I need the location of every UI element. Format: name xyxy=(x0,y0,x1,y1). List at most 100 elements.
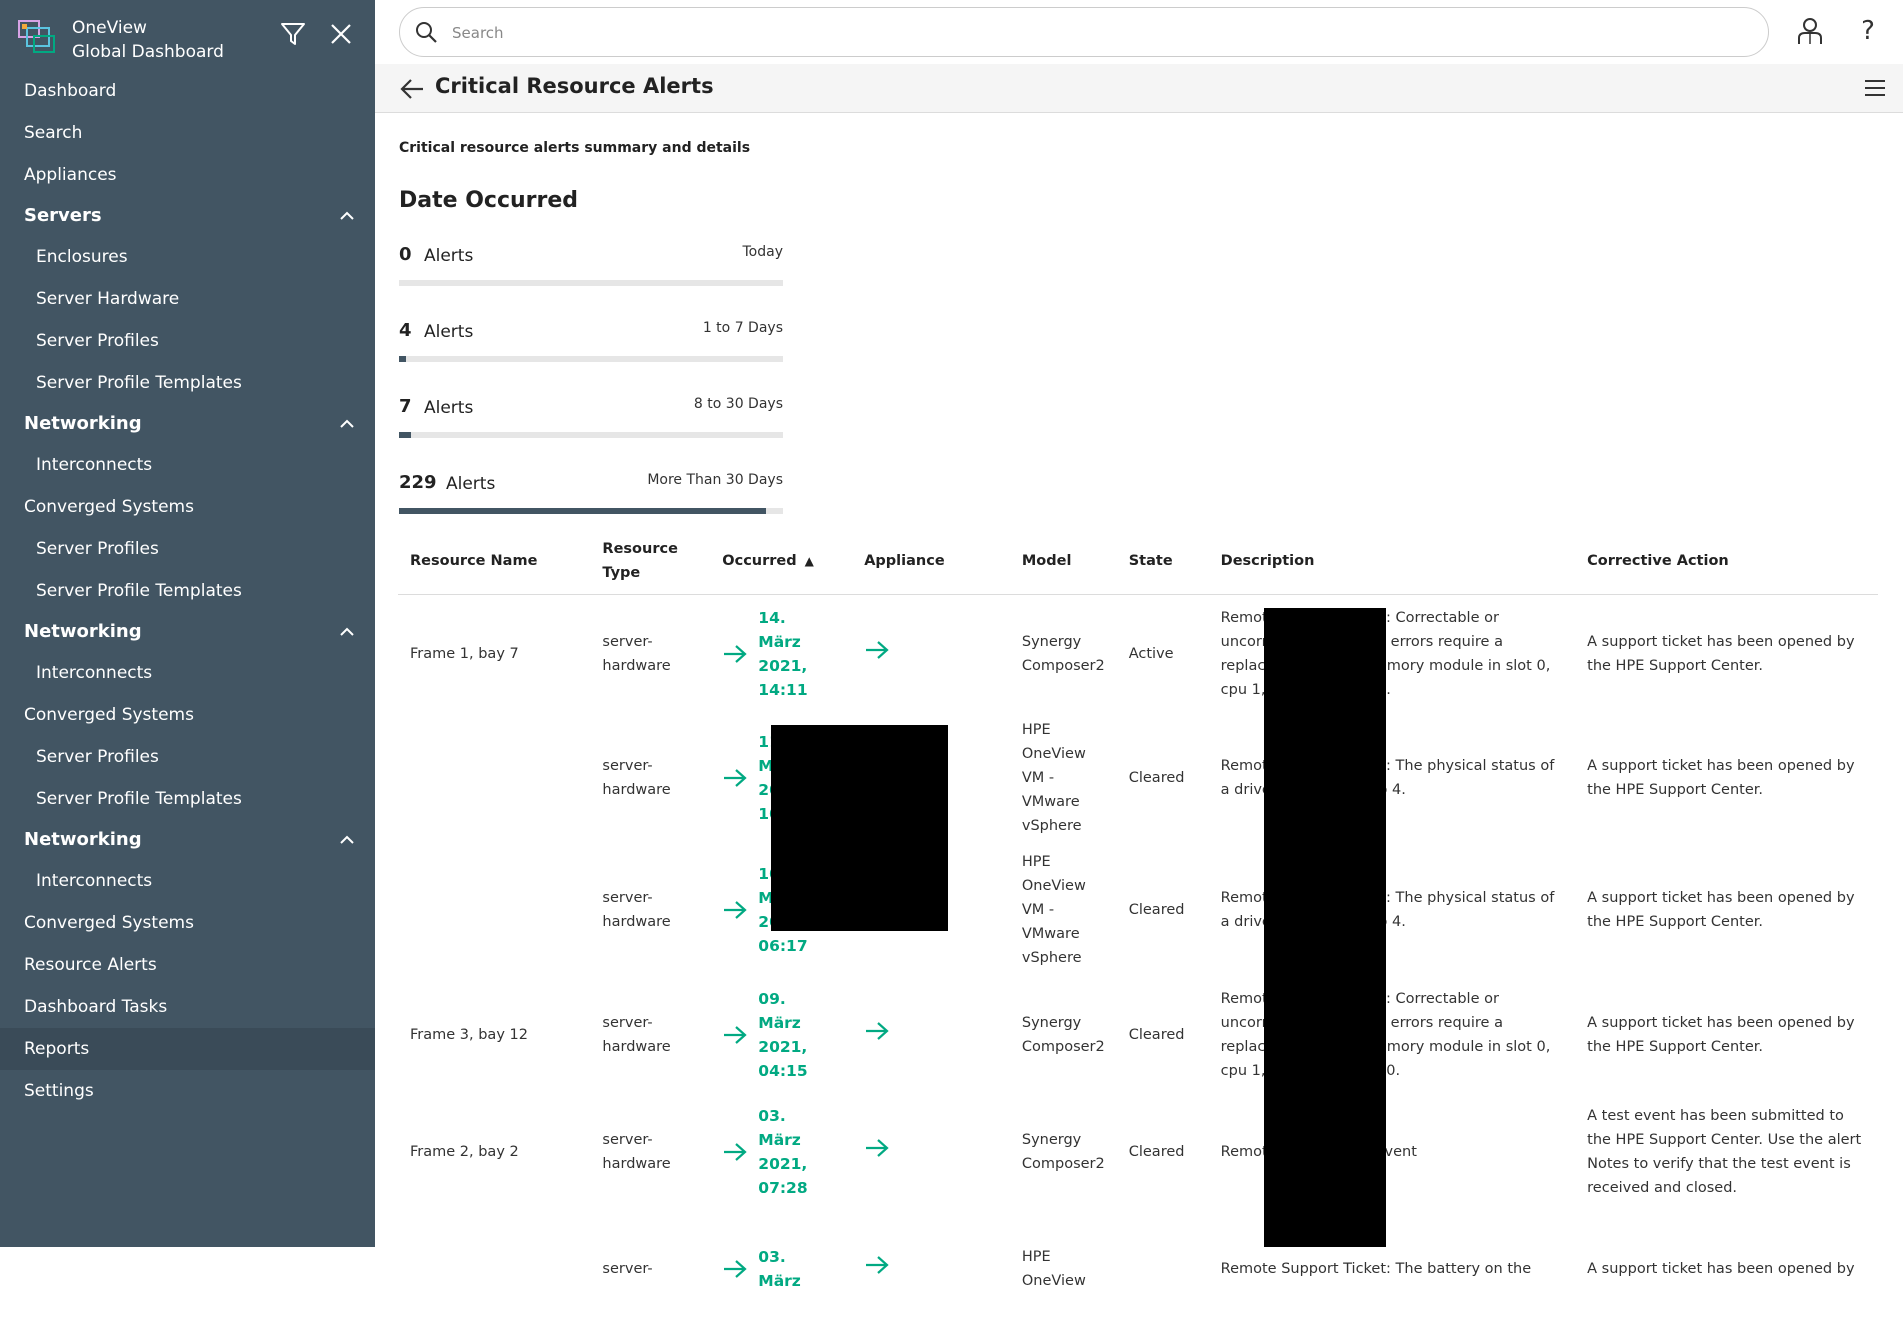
sidebar-item-interconnects[interactable]: Interconnects xyxy=(0,444,375,486)
chevron-up-icon[interactable] xyxy=(339,624,355,640)
occurred-date-link[interactable]: 14. März 2021, 14:11 xyxy=(758,606,828,702)
sidebar-group-networking[interactable]: Networking xyxy=(0,404,375,444)
open-alert-arrow-icon[interactable] xyxy=(722,1258,748,1280)
sidebar-item-converged-systems[interactable]: Converged Systems xyxy=(0,486,375,528)
close-icon[interactable] xyxy=(325,18,357,50)
occurred-date-link[interactable]: 03. März xyxy=(758,1245,828,1293)
sidebar-item-enclosures[interactable]: Enclosures xyxy=(0,236,375,278)
sidebar-item-label: Networking xyxy=(24,413,142,434)
page-title: Critical Resource Alerts xyxy=(435,74,714,98)
col-corrective-action[interactable]: Corrective Action xyxy=(1575,528,1878,595)
alert-stat[interactable]: 229 Alerts More Than 30 Days xyxy=(399,472,783,532)
sidebar-item-search[interactable]: Search xyxy=(0,112,375,154)
cell-appliance xyxy=(852,976,1010,1093)
cell-model: Synergy Composer2 xyxy=(1021,1131,1105,1172)
sidebar-item-server-profile-templates[interactable]: Server Profile Templates xyxy=(0,778,375,820)
alert-count: 229 xyxy=(399,472,437,493)
sidebar-item-label: Converged Systems xyxy=(24,497,194,517)
sidebar-item-interconnects[interactable]: Interconnects xyxy=(0,860,375,902)
sidebar-item-server-profile-templates[interactable]: Server Profile Templates xyxy=(0,362,375,404)
chevron-up-icon[interactable] xyxy=(339,832,355,848)
search-input[interactable] xyxy=(450,18,1734,48)
open-appliance-arrow-icon[interactable] xyxy=(864,639,890,661)
col-occurred-label: Occurred xyxy=(722,553,797,569)
sidebar-item-label: Networking xyxy=(24,621,142,642)
page-subtitle: Critical resource alerts summary and det… xyxy=(399,140,751,156)
sidebar-item-label: Converged Systems xyxy=(24,705,194,725)
sidebar-item-label: Interconnects xyxy=(36,663,153,683)
sidebar-item-label: Dashboard xyxy=(24,81,117,101)
sidebar-item-dashboard[interactable]: Dashboard xyxy=(0,70,375,112)
cell-resource-type: server-hardware xyxy=(602,890,671,930)
sidebar-item-server-profiles[interactable]: Server Profiles xyxy=(0,736,375,778)
table-row[interactable]: server-hardware11. März 2021, 10:22HPE O… xyxy=(398,712,1878,844)
app-title: OneView Global Dashboard xyxy=(72,16,224,64)
col-resource-type[interactable]: Resource Type xyxy=(590,528,711,595)
sidebar-item-server-profile-templates[interactable]: Server Profile Templates xyxy=(0,570,375,612)
alert-progress-fill xyxy=(399,508,766,514)
occurred-date-link[interactable]: 03. März 2021, 07:28 xyxy=(758,1104,828,1200)
sidebar-item-server-hardware[interactable]: Server Hardware xyxy=(0,278,375,320)
cell-occurred: 09. März 2021, 04:15 xyxy=(710,976,852,1093)
table-row[interactable]: server- 03. März HPE OneView Remote Support… xyxy=(398,1210,1878,1327)
back-arrow-icon[interactable] xyxy=(399,76,425,102)
open-appliance-arrow-icon[interactable] xyxy=(864,1254,890,1276)
sidebar-item-label: Server Profiles xyxy=(36,747,159,767)
filter-icon[interactable] xyxy=(277,18,309,50)
sidebar-item-label: Settings xyxy=(24,1081,94,1101)
table-row[interactable]: Frame 1, bay 7 server-hardware 14. März 20… xyxy=(398,595,1878,713)
open-alert-arrow-icon[interactable] xyxy=(722,1024,748,1046)
sidebar-item-label: Interconnects xyxy=(36,871,153,891)
sidebar-item-dashboard-tasks[interactable]: Dashboard Tasks xyxy=(0,986,375,1028)
cell-resource-name xyxy=(398,1210,590,1327)
cell-appliance xyxy=(852,595,1010,713)
sidebar-group-networking[interactable]: Networking xyxy=(0,820,375,860)
table-row[interactable]: server-hardware10. März 2021, 06:17HPE O… xyxy=(398,844,1878,976)
alert-stat[interactable]: 7 Alerts 8 to 30 Days xyxy=(399,396,783,456)
col-resource-name[interactable]: Resource Name xyxy=(398,528,591,595)
menu-icon[interactable] xyxy=(1862,76,1888,100)
alert-stat[interactable]: 0 Alerts Today xyxy=(399,244,783,304)
col-description[interactable]: Description xyxy=(1208,528,1576,595)
sidebar-item-server-profiles[interactable]: Server Profiles xyxy=(0,528,375,570)
open-appliance-arrow-icon[interactable] xyxy=(864,1137,890,1159)
chevron-up-icon[interactable] xyxy=(339,416,355,432)
open-alert-arrow-icon[interactable] xyxy=(722,899,748,921)
sidebar-group-networking[interactable]: Networking xyxy=(0,612,375,652)
col-state[interactable]: State xyxy=(1116,528,1209,595)
sidebar-item-interconnects[interactable]: Interconnects xyxy=(0,652,375,694)
alert-range: Today xyxy=(742,244,784,260)
sidebar-item-appliances[interactable]: Appliances xyxy=(0,154,375,196)
col-occurred[interactable]: Occurred ▲ xyxy=(710,528,853,595)
table-row[interactable]: Frame 3, bay 12 server-hardware 09. März 2… xyxy=(398,976,1878,1093)
col-appliance[interactable]: Appliance xyxy=(852,528,1010,595)
main-content: ? Critical Resource Alerts Critical reso… xyxy=(375,0,1903,1290)
cell-resource-type: server-hardware xyxy=(602,1014,671,1055)
sidebar-group-servers[interactable]: Servers xyxy=(0,196,375,236)
table-row[interactable]: Frame 2, bay 2 server-hardware 03. März 20… xyxy=(398,1093,1878,1210)
cell-resource-name xyxy=(398,844,590,976)
sidebar-item-settings[interactable]: Settings xyxy=(0,1070,375,1112)
sidebar-item-converged-systems[interactable]: Converged Systems xyxy=(0,694,375,736)
search-bar[interactable] xyxy=(399,7,1769,57)
alert-count: 0 xyxy=(399,244,412,265)
sidebar-item-converged-systems[interactable]: Converged Systems xyxy=(0,902,375,944)
alert-stat[interactable]: 4 Alerts 1 to 7 Days xyxy=(399,320,783,380)
help-icon[interactable]: ? xyxy=(1853,14,1883,48)
sidebar-item-label: Server Profile Templates xyxy=(36,581,242,601)
sidebar-item-resource-alerts[interactable]: Resource Alerts xyxy=(0,944,375,986)
open-alert-arrow-icon[interactable] xyxy=(722,1141,748,1163)
sidebar-item-server-profiles[interactable]: Server Profiles xyxy=(0,320,375,362)
open-alert-arrow-icon[interactable] xyxy=(722,643,748,665)
alert-progress-fill xyxy=(399,432,411,438)
occurred-date-link[interactable]: 09. März 2021, 04:15 xyxy=(758,987,828,1083)
col-model[interactable]: Model xyxy=(1009,528,1117,595)
user-icon[interactable] xyxy=(1795,16,1825,46)
open-alert-arrow-icon[interactable] xyxy=(722,767,748,789)
open-appliance-arrow-icon[interactable] xyxy=(864,1020,890,1042)
cell-state: Cleared xyxy=(1128,770,1185,786)
sidebar-item-label: Enclosures xyxy=(36,247,128,267)
sidebar-item-reports[interactable]: Reports xyxy=(0,1028,375,1070)
cell-resource-name: Frame 3, bay 12 xyxy=(410,1026,528,1043)
chevron-up-icon[interactable] xyxy=(339,208,355,224)
